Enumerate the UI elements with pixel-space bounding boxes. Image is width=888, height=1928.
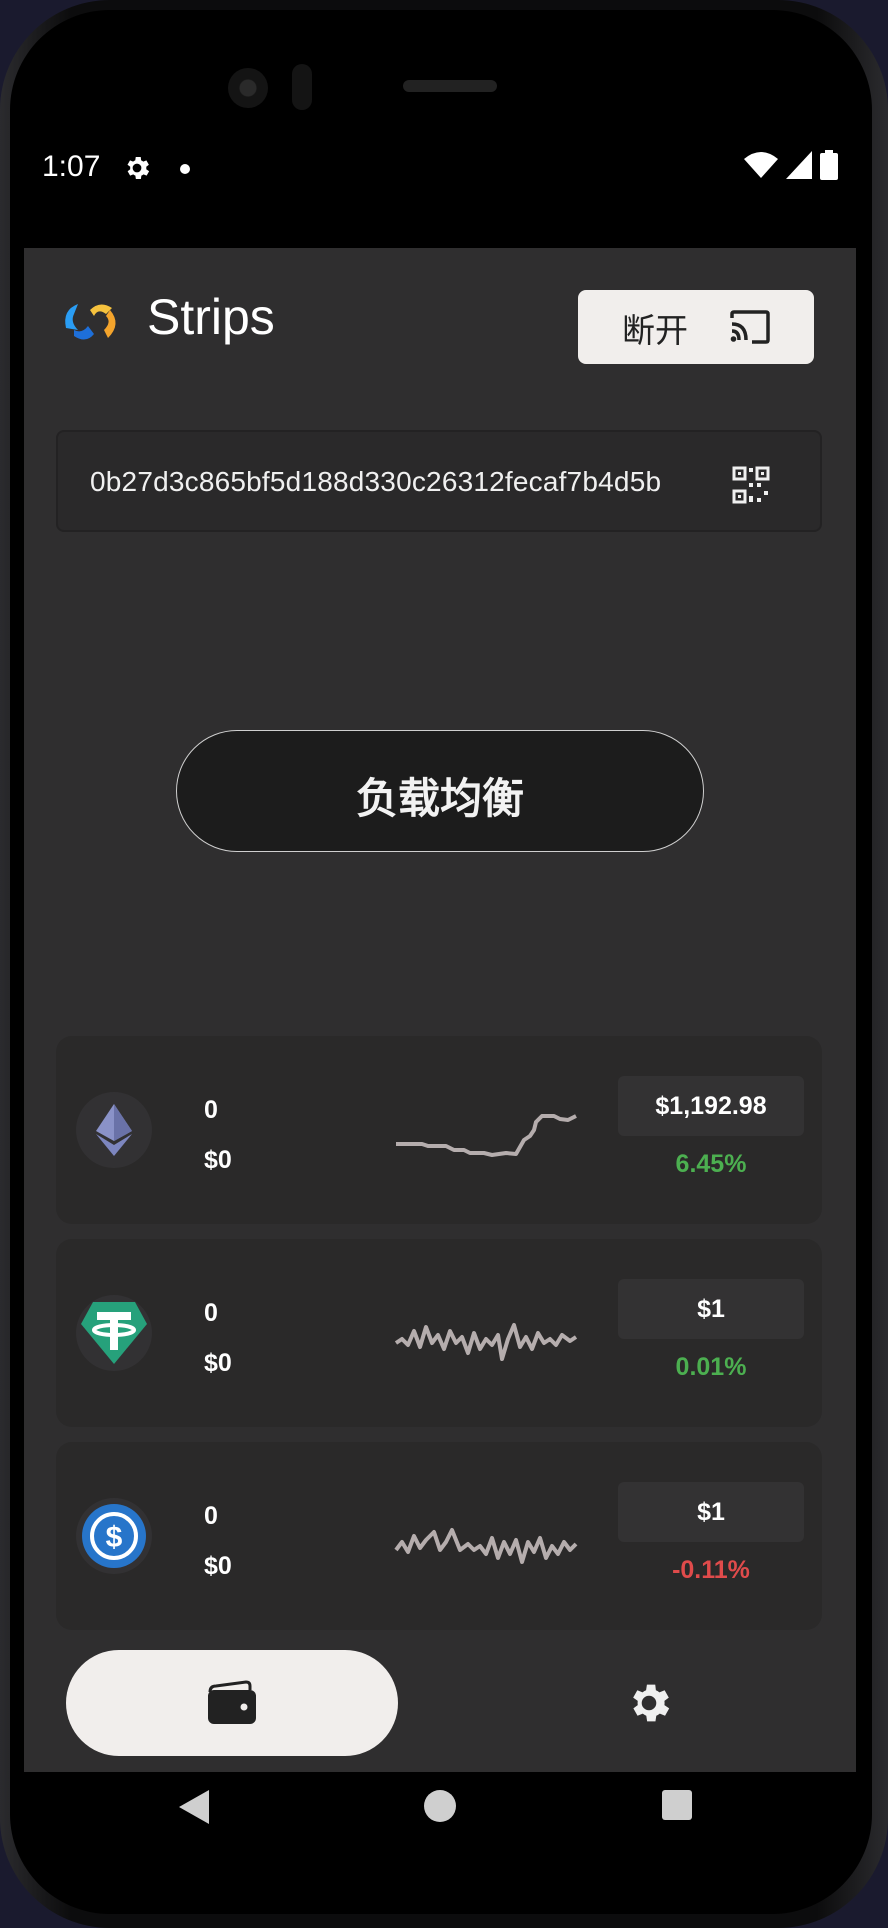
notification-dot xyxy=(180,164,190,174)
wallet-address-field[interactable]: 0b27d3c865bf5d188d330c26312fecaf7b4d5b xyxy=(56,430,822,532)
status-time: 1:07 xyxy=(42,150,101,183)
system-navigation-bar xyxy=(24,1772,856,1856)
settings-icon[interactable] xyxy=(624,1678,674,1728)
token-price: $1 xyxy=(697,1295,725,1323)
status-indicators xyxy=(744,150,838,180)
token-price: $1 xyxy=(697,1498,725,1526)
price-sparkline xyxy=(394,1528,578,1564)
disconnect-label: 断开 xyxy=(622,311,688,350)
token-value: $0 xyxy=(204,1146,232,1174)
bottom-navigation xyxy=(24,1638,856,1772)
price-sparkline xyxy=(396,1114,577,1157)
token-price-box: $1,192.98 xyxy=(618,1076,804,1136)
token-price: $1,192.98 xyxy=(655,1092,767,1120)
back-icon[interactable] xyxy=(179,1790,209,1824)
cast-icon xyxy=(730,310,770,344)
load-balance-button[interactable]: 负载均衡 xyxy=(176,730,704,852)
token-amount: 0 xyxy=(204,1096,218,1124)
token-value: $0 xyxy=(204,1552,232,1580)
token-amount: 0 xyxy=(204,1299,218,1327)
token-value: $0 xyxy=(204,1349,232,1377)
app-screen: Strips 断开 0b27d3c865bf5d188d330c26312fec… xyxy=(24,248,856,1772)
token-card-usdc[interactable]: $ 0 $0 $1 -0.11% xyxy=(56,1442,822,1630)
recent-apps-icon[interactable] xyxy=(662,1790,692,1820)
token-price-box: $1 xyxy=(618,1279,804,1339)
token-price-box: $1 xyxy=(618,1482,804,1542)
strips-logo-icon xyxy=(65,304,116,340)
token-change: 6.45% xyxy=(675,1150,747,1178)
app-title: Strips xyxy=(147,289,275,345)
settings-icon xyxy=(127,157,150,179)
ethereum-icon xyxy=(76,1092,152,1168)
disconnect-button[interactable]: 断开 xyxy=(578,290,814,364)
token-change: 0.01% xyxy=(675,1353,747,1381)
nav-wallet-tab[interactable] xyxy=(66,1650,398,1756)
usdc-icon: $ xyxy=(76,1498,152,1574)
token-amount: 0 xyxy=(204,1502,218,1530)
token-card-eth[interactable]: 0 $0 $1,192.98 6.45% xyxy=(56,1036,822,1224)
tether-icon xyxy=(76,1295,152,1371)
token-change: -0.11% xyxy=(672,1556,750,1584)
svg-text:$: $ xyxy=(106,1521,123,1554)
sensor xyxy=(292,64,312,110)
status-bar: 1:07 xyxy=(24,116,856,248)
speaker-grille xyxy=(403,80,497,92)
qr-code-icon[interactable] xyxy=(732,466,770,504)
camera-icon xyxy=(228,68,268,108)
wallet-icon xyxy=(208,1680,256,1724)
wifi-icon xyxy=(744,152,778,178)
screen: 1:07 Strips 断开 0b27d3c865bf5d188d330c263… xyxy=(24,116,856,1856)
load-balance-label: 负载均衡 xyxy=(355,774,524,823)
home-icon[interactable] xyxy=(424,1790,456,1822)
token-card-usdt[interactable]: 0 $0 $1 0.01% xyxy=(56,1239,822,1427)
battery-icon xyxy=(820,150,838,180)
wallet-address: 0b27d3c865bf5d188d330c26312fecaf7b4d5b xyxy=(90,466,662,497)
signal-icon xyxy=(786,151,812,179)
price-sparkline xyxy=(394,1323,578,1361)
